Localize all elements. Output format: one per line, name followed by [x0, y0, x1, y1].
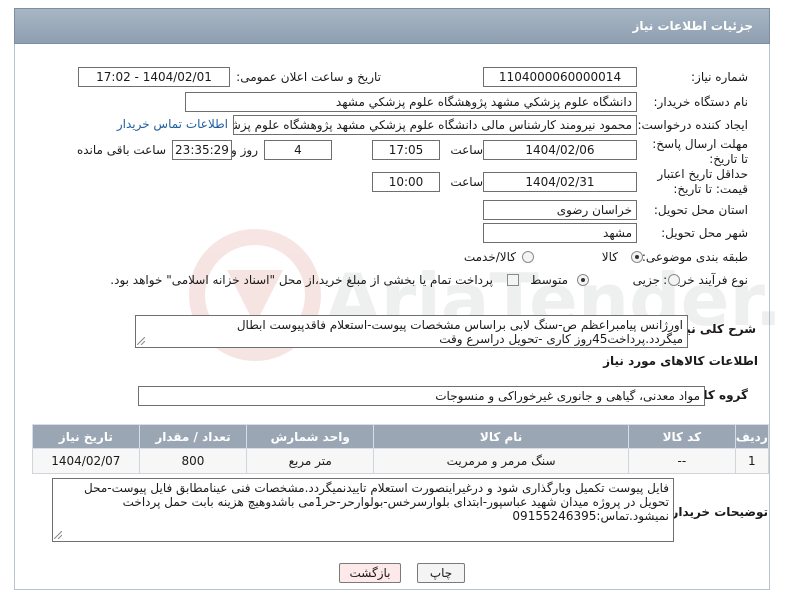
- buyer-org-field: دانشگاه علوم پزشکي مشهد پژوهشگاه علوم پز…: [185, 92, 637, 112]
- province-field: خراسان رضوی: [483, 200, 637, 220]
- city-label: شهر محل تحویل:: [661, 226, 748, 240]
- province-label: استان محل تحویل:: [653, 203, 748, 217]
- need-number-label: شماره نیاز:: [691, 70, 748, 84]
- deadline-time-field: 17:05: [372, 140, 440, 160]
- cell-qty: 800: [138, 448, 248, 474]
- remaining-time-field: 23:35:29: [172, 140, 232, 160]
- back-button[interactable]: بازگشت: [339, 563, 401, 583]
- col-name: نام کالا: [373, 424, 630, 449]
- days-label: روز و: [231, 143, 258, 157]
- resize-grip-icon-2[interactable]: [54, 531, 62, 539]
- page: جزئیات اطلاعات نیاز AriaTender.neT شماره…: [0, 0, 788, 598]
- table-row: 1 -- سنگ مرمر و مرمریت متر مربع 800 1404…: [32, 448, 770, 474]
- payment-note: پرداخت تمام یا بخشی از مبلغ خرید،از محل …: [110, 273, 493, 287]
- goods-group-field: مواد معدنی، گیاهی و جانوری غیرخوراکی و م…: [138, 386, 705, 406]
- buyer-org-label: نام دستگاه خریدار:: [653, 95, 749, 109]
- col-unit: واحد شمارش: [246, 424, 375, 449]
- deadline-date-field: 1404/02/06: [483, 140, 637, 160]
- announce-label: تاریخ و ساعت اعلان عمومی:: [236, 70, 381, 84]
- process-option-medium: متوسط: [530, 273, 568, 287]
- page-title: جزئیات اطلاعات نیاز: [632, 19, 753, 33]
- header-bar: جزئیات اطلاعات نیاز: [14, 8, 770, 44]
- city-field: مشهد: [483, 223, 637, 243]
- col-date: تاریخ نیاز: [32, 424, 140, 449]
- col-code: کد کالا: [628, 424, 736, 449]
- min-price-label: حداقل تاریخ اعتبار قیمت: تا تاریخ:: [657, 167, 748, 196]
- buyer-notes-label: توضیحات خریدار:: [666, 505, 768, 519]
- process-radio-minor[interactable]: [668, 274, 680, 286]
- cell-date: 1404/02/07: [32, 448, 140, 474]
- category-option-goods: کالا: [601, 250, 618, 264]
- category-radio-goods[interactable]: [631, 251, 643, 263]
- category-label: طبقه بندی موضوعی:: [641, 250, 748, 264]
- col-qty: تعداد / مقدار: [138, 424, 248, 449]
- resize-grip-icon[interactable]: [137, 337, 145, 345]
- goods-section-title: اطلاعات کالاهای مورد نیاز: [603, 354, 758, 368]
- deadline-time-label: ساعت: [450, 143, 483, 157]
- process-radio-medium[interactable]: [577, 274, 589, 286]
- buyer-contact-link[interactable]: اطلاعات تماس خریدار: [117, 117, 228, 131]
- min-price-time-field: 10:00: [372, 172, 440, 192]
- remaining-label: ساعت باقی مانده: [76, 143, 166, 157]
- cell-code: --: [628, 448, 736, 474]
- treasury-payment-checkbox[interactable]: [507, 274, 519, 286]
- cell-name: سنگ مرمر و مرمریت: [373, 448, 630, 474]
- goods-table: ردیف کد کالا نام کالا واحد شمارش تعداد /…: [32, 424, 770, 474]
- goods-table-header: ردیف کد کالا نام کالا واحد شمارش تعداد /…: [32, 424, 770, 449]
- buyer-notes-textarea: فایل پیوست تکمیل وبارگذاری شود و درغیرای…: [52, 478, 674, 542]
- category-radio-goods-service[interactable]: [522, 251, 534, 263]
- cell-unit: متر مربع: [246, 448, 375, 474]
- min-price-time-label: ساعت: [450, 175, 483, 189]
- cell-row: 1: [734, 448, 770, 474]
- creator-label: ایجاد کننده درخواست:: [637, 118, 748, 132]
- announce-field: 1404/02/01 - 17:02: [78, 67, 230, 87]
- summary-textarea: اورژانس پیامبراعظم ص-سنگ لابی براساس مشخ…: [135, 315, 688, 348]
- min-price-date-field: 1404/02/31: [483, 172, 637, 192]
- deadline-label: مهلت ارسال پاسخ: تا تاریخ:: [652, 137, 748, 166]
- days-field: 4: [264, 140, 332, 160]
- need-number-field: 1104000060000014: [483, 67, 637, 87]
- category-option-goods-service: کالا/خدمت: [463, 250, 516, 264]
- process-option-minor: جزیی: [632, 273, 660, 287]
- col-row: ردیف: [734, 424, 770, 449]
- creator-field: محمود نیرومند کارشناس مالی دانشگاه علوم …: [233, 115, 637, 135]
- print-button[interactable]: چاپ: [417, 563, 465, 583]
